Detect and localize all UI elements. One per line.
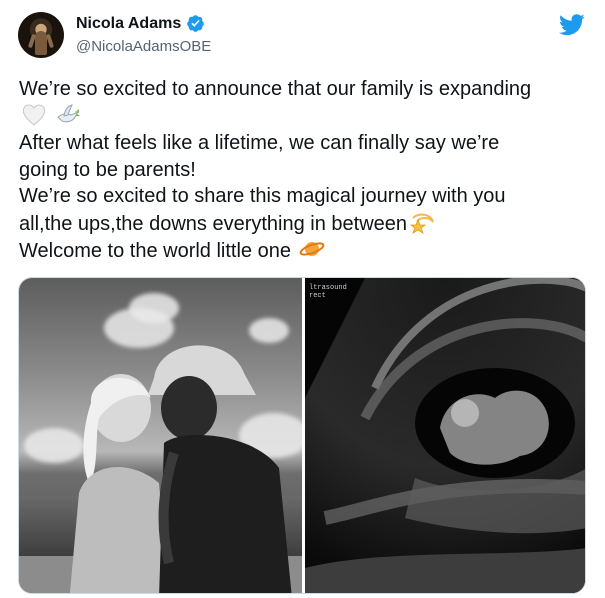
tweet-line-1: We’re so excited to announce that our fa… [19,78,532,100]
photo-cloud [129,293,179,323]
tweet-line-5: We’re so excited to share this magical j… [19,185,506,207]
avatar[interactable] [18,12,64,58]
avatar-arm-right [45,33,55,49]
ultrasound-image[interactable]: ltrasoundrect Volume58 [305,278,585,593]
author-handle[interactable]: @NicolaAdamsOBE [76,38,211,55]
photo-person-right [148,345,292,593]
author-name[interactable]: Nicola Adams [76,15,181,33]
tweet-line-7-text: Welcome to the world little one [19,240,291,262]
tweet-line-emoji [19,103,594,131]
tweet-media[interactable]: ltrasoundrect Volume58 [18,277,586,594]
white-heart-icon [22,104,46,126]
tweet-line-7: Welcome to the world little one [19,237,594,265]
tweet-text: We’re so excited to announce that our fa… [19,76,594,265]
ultrasound-scan-graphic [305,278,585,593]
dove-icon [56,103,80,122]
tweet-line-3: After what feels like a lifetime, we can… [19,132,500,154]
author-name-row[interactable]: Nicola Adams [76,14,205,33]
twitter-bird-icon[interactable] [559,14,585,36]
tweet-line-6-text: all,the ups,the downs everything in betw… [19,212,408,235]
tweet-line-4: going to be parents! [19,158,196,181]
ringed-planet-icon [299,242,324,256]
tweet-line-6: all,the ups,the downs everything in betw… [19,210,594,238]
couple-photo[interactable] [19,278,302,593]
tweet-card: Nicola Adams @NicolaAdamsOBE We’re so ex… [0,0,605,598]
dizzy-star-icon [409,213,435,234]
avatar-figure [35,31,47,55]
verified-badge-icon [187,15,205,32]
